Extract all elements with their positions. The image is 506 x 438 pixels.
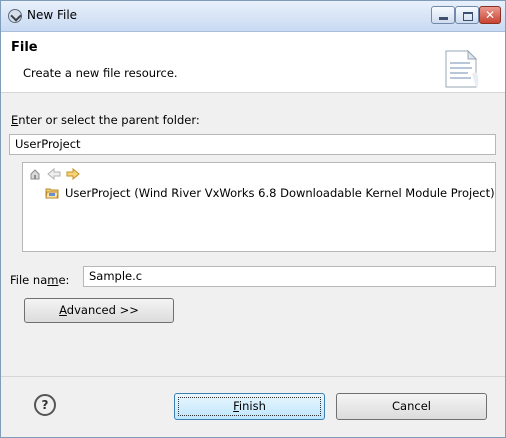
help-icon[interactable]: ? (34, 394, 56, 416)
new-file-icon (445, 49, 479, 88)
title-bar: New File ✕ (1, 1, 505, 32)
maximize-icon (463, 12, 473, 21)
forward-arrow-icon[interactable] (66, 167, 80, 181)
tree-item-label: UserProject (Wind River VxWorks 6.8 Down… (65, 186, 495, 200)
close-button[interactable]: ✕ (479, 6, 501, 24)
cancel-button[interactable]: Cancel (336, 393, 487, 420)
wizard-header: File Create a new file resource. (1, 32, 505, 93)
maximize-button[interactable] (455, 6, 479, 24)
wizard-content: Enter or select the parent folder: UserP… (1, 93, 505, 437)
back-arrow-icon[interactable] (47, 167, 61, 181)
parent-folder-label: Enter or select the parent folder: (11, 113, 200, 127)
window-title: New File (27, 8, 78, 22)
minimize-icon (439, 17, 448, 20)
finish-button[interactable]: Finish (174, 393, 325, 420)
finish-focus-ring (178, 397, 321, 416)
folder-tree[interactable]: UserProject (Wind River VxWorks 6.8 Down… (22, 162, 496, 252)
page-title: File (11, 40, 38, 55)
project-folder-icon (45, 188, 59, 199)
new-file-dialog: New File ✕ File Create a new file resour… (0, 0, 506, 438)
advanced-button[interactable]: Advanced >> (24, 298, 174, 323)
button-bar-separator (1, 376, 505, 377)
file-name-label: File name: (10, 273, 70, 287)
minimize-button[interactable] (431, 6, 455, 24)
home-icon[interactable] (29, 167, 41, 181)
file-name-input[interactable]: Sample.c (83, 266, 496, 287)
close-icon: ✕ (484, 8, 496, 22)
parent-folder-input[interactable]: UserProject (9, 134, 496, 155)
page-description: Create a new file resource. (23, 66, 178, 80)
app-icon (8, 9, 22, 23)
